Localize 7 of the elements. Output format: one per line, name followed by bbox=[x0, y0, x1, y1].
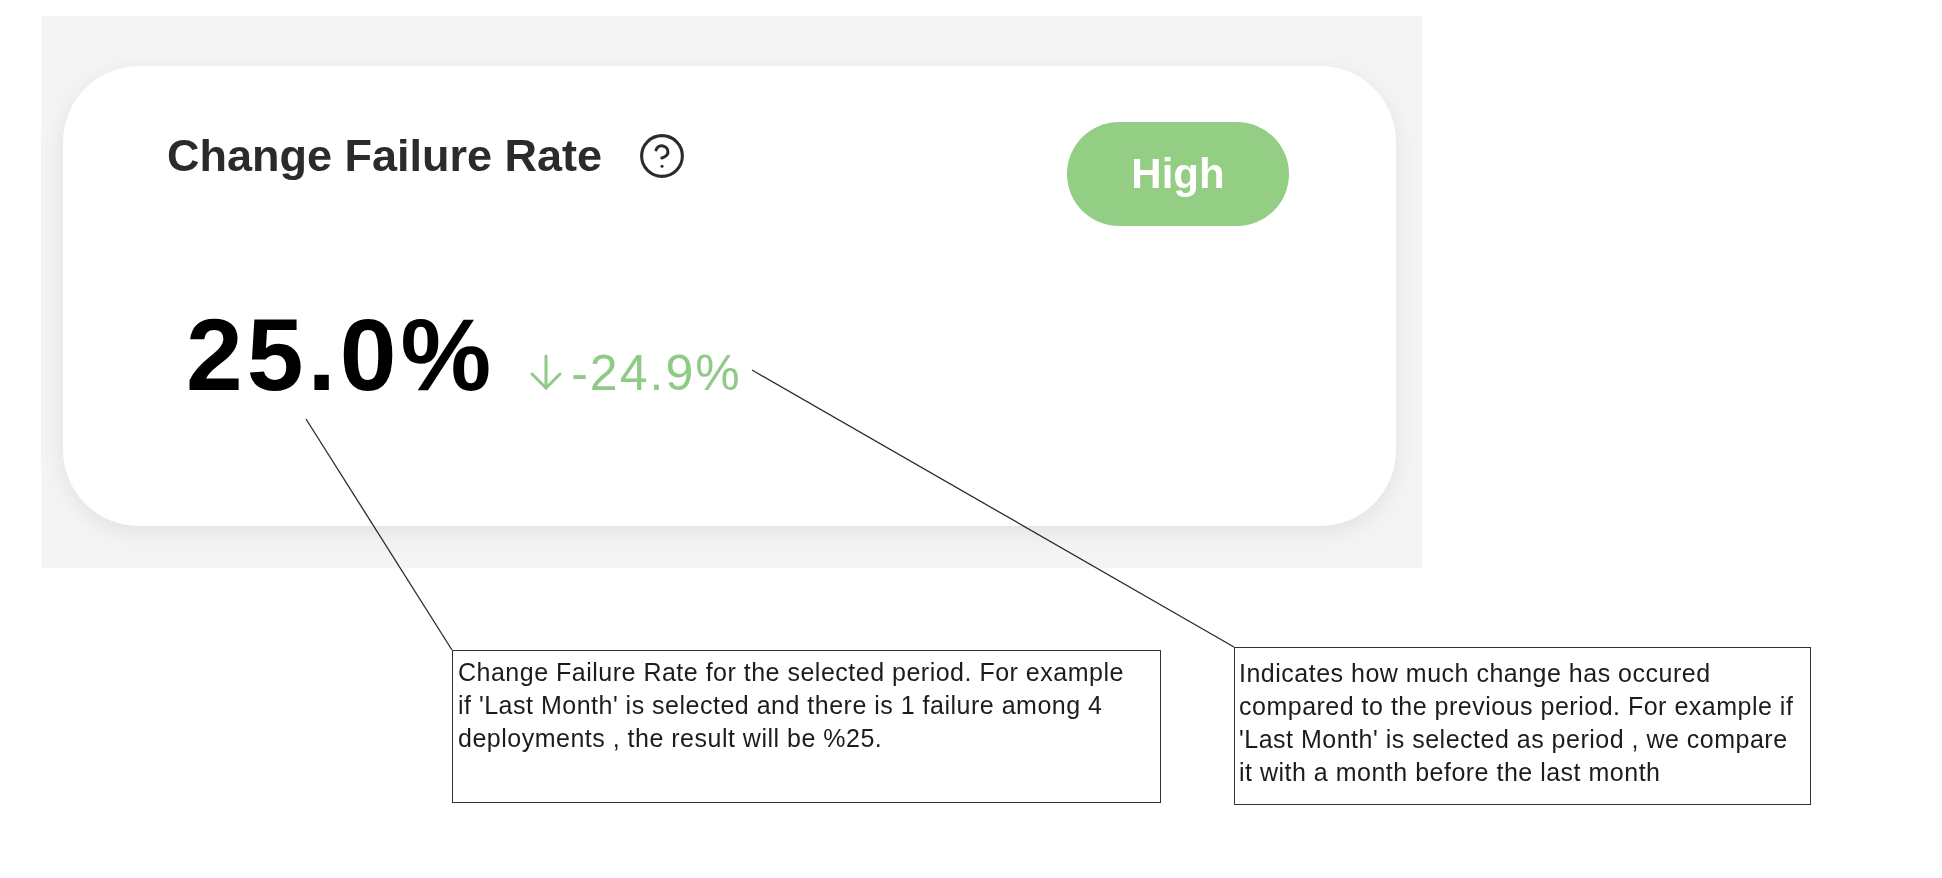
annotation-callout: Change Failure Rate for the selected period. For example if 'Last Month' is selected and there is 1 failure among 4 deployments , the result will be %25. bbox=[452, 650, 1161, 803]
change-value: -24.9% bbox=[571, 348, 742, 398]
card-title: Change Failure Rate bbox=[167, 130, 603, 182]
rating-badge: High bbox=[1067, 122, 1289, 226]
metric-value: 25.0% bbox=[186, 304, 496, 406]
annotation-callout: Indicates how much change has occured compared to the previous period. For example if 'Last Month' is selected as period , we compare it with a month before the last month bbox=[1234, 647, 1811, 805]
help-icon[interactable] bbox=[640, 134, 685, 178]
